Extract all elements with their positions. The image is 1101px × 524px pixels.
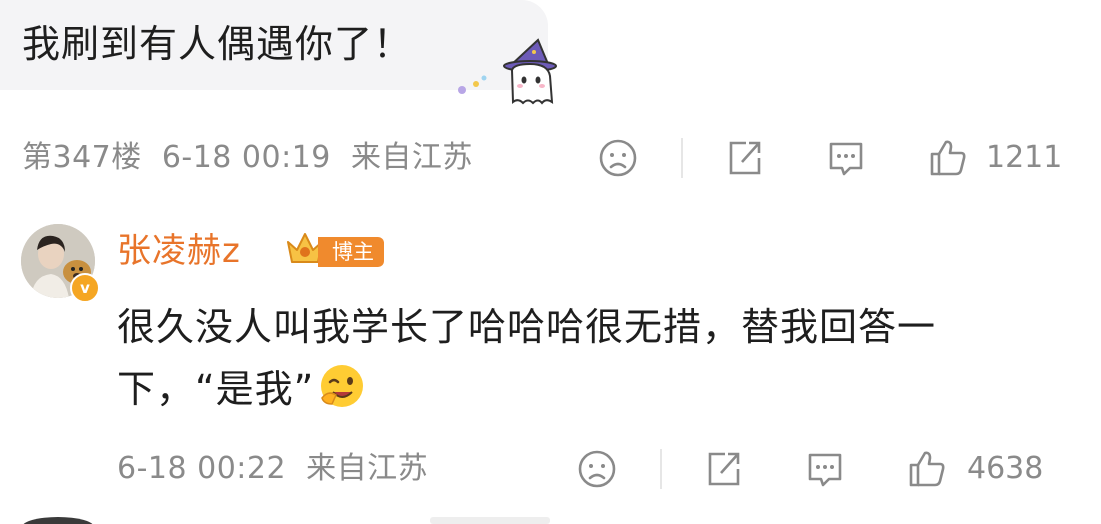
- reply-location: 来自江苏: [306, 451, 429, 486]
- reply-text: 很久没人叫我学长了哈哈哈很无措，替我回答一下，“是我”: [117, 305, 937, 411]
- comment-icon[interactable]: [803, 447, 847, 491]
- floor-label: 第347楼: [22, 140, 142, 175]
- comment-time: 6-18 00:19: [161, 140, 331, 175]
- sad-face-icon[interactable]: [575, 447, 619, 491]
- ghost-sticker-icon: [458, 38, 557, 105]
- reply-time: 6-18 00:22: [117, 451, 287, 486]
- reply-text-block: 很久没人叫我学长了哈哈哈很无措，替我回答一下，“是我”: [117, 296, 1047, 420]
- thumbs-up-icon[interactable]: [905, 447, 949, 491]
- sad-face-icon[interactable]: [596, 136, 640, 180]
- comment-text: 我刷到有人偶遇你了！: [22, 22, 413, 66]
- author-badge: 博主: [318, 237, 384, 267]
- wink-emoji-icon: [321, 365, 364, 407]
- reply-meta: 6-18 00:22 来自江苏: [117, 449, 428, 489]
- divider: [660, 449, 662, 489]
- divider: [681, 138, 683, 178]
- like-count: 1211: [986, 140, 1063, 175]
- share-icon[interactable]: [722, 136, 766, 180]
- comment-location: 来自江苏: [350, 140, 473, 175]
- comment-meta: 第347楼 6-18 00:19 来自江苏: [22, 138, 473, 178]
- comment-icon[interactable]: [824, 136, 868, 180]
- verified-badge: v: [70, 273, 100, 303]
- reply-like-count: 4638: [967, 451, 1044, 486]
- thumbs-up-icon[interactable]: [926, 136, 970, 180]
- reply-username[interactable]: 张凌赫z: [117, 229, 241, 273]
- next-item-edge: [23, 517, 550, 524]
- share-icon[interactable]: [701, 447, 745, 491]
